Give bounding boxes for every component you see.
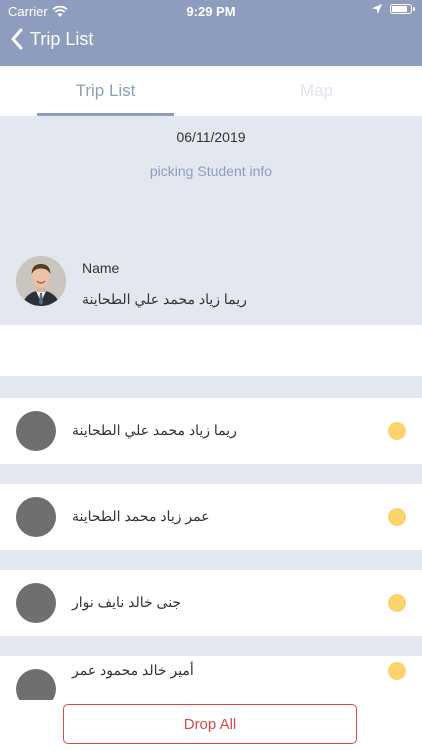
student-avatar bbox=[16, 411, 56, 451]
student-name: جنى خالد نايف نوار bbox=[72, 594, 182, 610]
status-right bbox=[372, 4, 415, 14]
student-list: ريما زياد محمد علي الطحاينة عمر زياد محم… bbox=[0, 376, 422, 702]
student-avatar bbox=[16, 497, 56, 537]
clock: 9:29 PM bbox=[186, 4, 236, 19]
list-item[interactable]: عمر زياد محمد الطحاينة bbox=[0, 484, 422, 550]
location-arrow-icon bbox=[372, 4, 382, 14]
picking-info-panel: 06/11/2019 picking Student info Name ريم… bbox=[0, 116, 422, 325]
list-item[interactable]: أمير خالد محمود عمر bbox=[0, 656, 422, 702]
student-name: أمير خالد محمود عمر bbox=[72, 662, 194, 678]
tab-map[interactable]: Map bbox=[211, 66, 422, 116]
list-item[interactable]: جنى خالد نايف نوار bbox=[0, 570, 422, 636]
battery-icon bbox=[390, 4, 415, 14]
student-avatar bbox=[16, 669, 56, 702]
tab-bar: Trip List Map bbox=[0, 66, 422, 116]
student-name: عمر زياد محمد الطحاينة bbox=[72, 508, 210, 524]
back-button[interactable]: Trip List bbox=[10, 28, 93, 50]
status-bar: Carrier 9:29 PM bbox=[0, 0, 422, 22]
student-avatar bbox=[16, 583, 56, 623]
list-item[interactable]: ريما زياد محمد علي الطحاينة bbox=[0, 398, 422, 464]
status-dot bbox=[388, 508, 406, 526]
name-label: Name bbox=[82, 260, 120, 276]
person-photo-icon bbox=[16, 256, 66, 306]
tab-trip-list[interactable]: Trip List bbox=[0, 66, 211, 116]
status-dot bbox=[388, 662, 406, 680]
status-dot bbox=[388, 422, 406, 440]
chevron-left-icon bbox=[11, 28, 23, 50]
driver-avatar bbox=[16, 256, 66, 306]
bottom-action-bar: Drop All bbox=[0, 700, 422, 750]
picking-student-info-label: picking Student info bbox=[149, 163, 273, 179]
drop-all-button[interactable]: Drop All bbox=[63, 704, 357, 744]
nav-title: Trip List bbox=[30, 28, 94, 49]
student-name: ريما زياد محمد علي الطحاينة bbox=[72, 422, 237, 438]
navigation-header: Carrier 9:29 PM Trip List bbox=[0, 0, 422, 66]
trip-date: 06/11/2019 bbox=[176, 129, 246, 145]
name-value: ريما زياد محمد علي الطحاينة bbox=[82, 291, 247, 307]
status-dot bbox=[388, 594, 406, 612]
